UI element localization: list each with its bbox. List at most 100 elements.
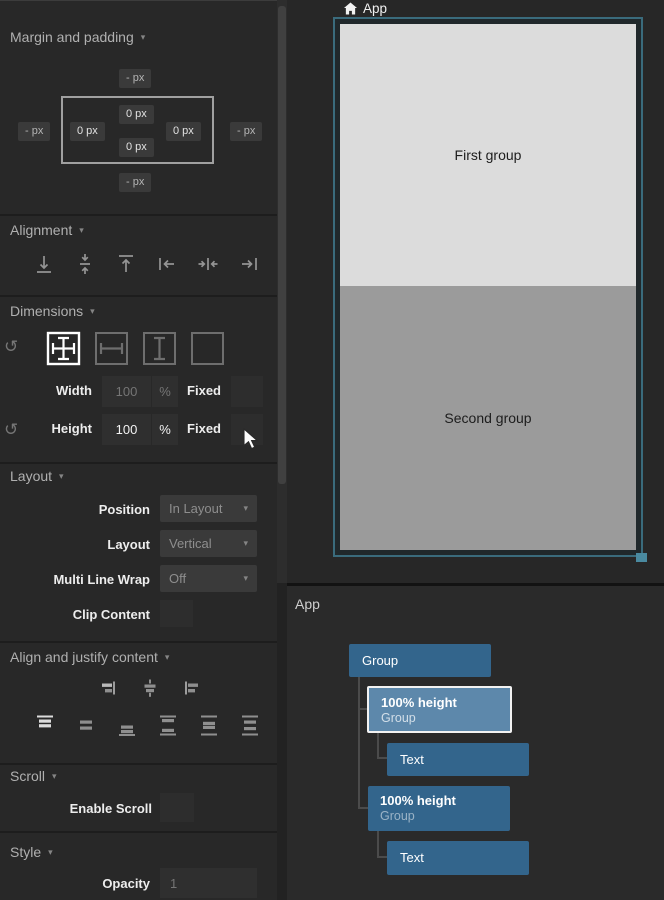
section-divider xyxy=(0,295,277,297)
reset-dimensions-icon[interactable]: ↺ xyxy=(4,338,18,355)
component-title: App xyxy=(295,596,320,612)
section-header-dimensions[interactable]: Dimensions ▾ xyxy=(10,303,95,319)
clip-content-label: Clip Content xyxy=(0,607,150,622)
mouse-cursor xyxy=(243,428,260,452)
tree-connector xyxy=(358,708,367,710)
width-fixed-checkbox[interactable] xyxy=(231,376,263,407)
size-mode-width-icon[interactable] xyxy=(94,331,129,366)
section-divider xyxy=(0,763,277,765)
section-header-layout[interactable]: Layout ▾ xyxy=(10,468,64,484)
tree-connector xyxy=(358,807,368,809)
node-group-root[interactable]: Group xyxy=(349,644,491,677)
scrollbar-track[interactable] xyxy=(277,0,287,583)
chevron-down-icon: ▾ xyxy=(243,504,248,513)
second-group-label: Second group xyxy=(444,410,531,426)
node-group-100-height-2[interactable]: 100% height Group xyxy=(368,786,510,831)
padding-bottom-value[interactable]: 0 px xyxy=(119,138,154,157)
justify-space-around-icon[interactable] xyxy=(199,714,219,736)
section-header-scroll[interactable]: Scroll ▾ xyxy=(10,768,57,784)
margin-top-value[interactable]: - px xyxy=(119,69,151,88)
chevron-down-icon: ▾ xyxy=(48,848,53,857)
node-title: 100% height xyxy=(369,688,510,710)
position-value: In Layout xyxy=(169,501,223,516)
position-dropdown[interactable]: In Layout ▾ xyxy=(160,495,257,522)
layout-dropdown[interactable]: Vertical ▾ xyxy=(160,530,257,557)
section-title: Dimensions xyxy=(10,303,83,319)
node-label: Text xyxy=(387,743,529,776)
opacity-value: 1 xyxy=(170,876,177,891)
size-mode-both-icon[interactable] xyxy=(46,331,81,366)
size-mode-height-icon[interactable] xyxy=(142,331,177,366)
enable-scroll-checkbox[interactable] xyxy=(160,793,194,822)
justify-start-icon[interactable] xyxy=(35,714,55,736)
justify-space-evenly-icon[interactable] xyxy=(240,714,260,736)
properties-panel: Margin and padding ▾ - px 0 px 0 px 0 px… xyxy=(0,0,277,900)
chevron-down-icon: ▾ xyxy=(59,472,64,481)
alignment-toolbar xyxy=(32,252,261,276)
tree-connector xyxy=(358,677,360,809)
align-content-toolbar xyxy=(98,678,202,698)
section-divider xyxy=(0,462,277,464)
clip-content-checkbox[interactable] xyxy=(160,600,193,627)
align-left-icon[interactable] xyxy=(155,252,179,276)
canvas-viewport: App First group Second group xyxy=(287,0,664,583)
chevron-down-icon: ▾ xyxy=(52,772,57,781)
margin-bottom-value[interactable]: - px xyxy=(119,173,151,192)
section-header-align-justify[interactable]: Align and justify content ▾ xyxy=(10,649,169,665)
section-header-margin-padding[interactable]: Margin and padding ▾ xyxy=(10,29,145,45)
justify-end-icon[interactable] xyxy=(117,714,137,736)
layout-value: Vertical xyxy=(169,536,212,551)
scrollbar-thumb[interactable] xyxy=(278,6,286,484)
justify-content-toolbar xyxy=(35,714,260,736)
multi-line-wrap-label: Multi Line Wrap xyxy=(0,572,150,587)
multi-line-wrap-value: Off xyxy=(169,571,186,586)
section-header-style[interactable]: Style ▾ xyxy=(10,844,53,860)
node-text-2[interactable]: Text xyxy=(387,841,529,875)
padding-right-value[interactable]: 0 px xyxy=(166,122,201,141)
app-window: Margin and padding ▾ - px 0 px 0 px 0 px… xyxy=(0,0,664,900)
chevron-down-icon: ▾ xyxy=(243,539,248,548)
node-text-1[interactable]: Text xyxy=(387,743,529,776)
align-content-center-icon[interactable] xyxy=(140,678,160,698)
node-label: Group xyxy=(349,644,491,677)
node-subtitle: Group xyxy=(369,710,510,725)
tree-connector xyxy=(377,733,387,759)
multi-line-wrap-dropdown[interactable]: Off ▾ xyxy=(160,565,257,592)
section-title: Style xyxy=(10,844,41,860)
padding-top-value[interactable]: 0 px xyxy=(119,105,154,124)
chevron-down-icon: ▾ xyxy=(165,653,170,662)
justify-space-between-icon[interactable] xyxy=(158,714,178,736)
section-divider xyxy=(0,831,277,833)
node-title: 100% height xyxy=(368,786,510,808)
align-top-icon[interactable] xyxy=(114,252,138,276)
size-mode-none-icon[interactable] xyxy=(190,331,225,366)
canvas-resize-handle[interactable] xyxy=(636,553,647,562)
tree-connector xyxy=(377,831,387,858)
canvas-breadcrumb[interactable]: App xyxy=(344,1,387,16)
padding-left-value[interactable]: 0 px xyxy=(70,122,105,141)
justify-center-icon[interactable] xyxy=(76,714,96,736)
section-title: Layout xyxy=(10,468,52,484)
second-group-preview[interactable]: Second group xyxy=(340,286,636,550)
align-content-right-icon[interactable] xyxy=(98,678,118,698)
align-content-left-icon[interactable] xyxy=(182,678,202,698)
section-title: Align and justify content xyxy=(10,649,158,665)
canvas-title: App xyxy=(363,1,387,16)
layout-label: Layout xyxy=(0,537,150,552)
node-label: Text xyxy=(387,841,529,874)
app-canvas[interactable]: First group Second group xyxy=(333,17,643,557)
align-bottom-icon[interactable] xyxy=(32,252,56,276)
align-center-horizontal-icon[interactable] xyxy=(196,252,220,276)
chevron-down-icon: ▾ xyxy=(141,33,146,42)
margin-left-value[interactable]: - px xyxy=(18,122,50,141)
margin-right-value[interactable]: - px xyxy=(230,122,262,141)
canvas-content: First group Second group xyxy=(340,24,636,550)
section-header-alignment[interactable]: Alignment ▾ xyxy=(10,222,84,238)
size-mode-toolbar xyxy=(46,331,225,366)
section-title: Alignment xyxy=(10,222,72,238)
node-group-100-height-1[interactable]: 100% height Group xyxy=(367,686,512,733)
align-right-icon[interactable] xyxy=(237,252,261,276)
first-group-preview[interactable]: First group xyxy=(340,24,636,286)
opacity-input[interactable]: 1 xyxy=(160,868,257,898)
align-center-vertical-icon[interactable] xyxy=(73,252,97,276)
